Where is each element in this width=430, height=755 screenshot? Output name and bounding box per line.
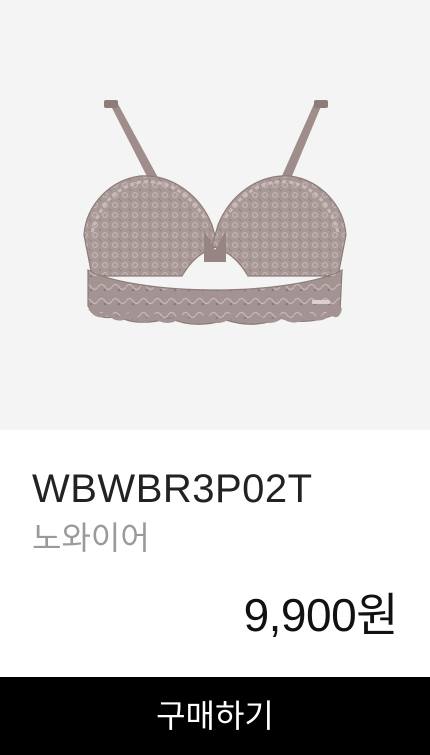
product-brand: 노와이어 <box>32 520 150 556</box>
product-price: 9,900원 <box>243 589 399 641</box>
left-cup <box>83 175 219 277</box>
buy-button[interactable]: 구매하기 <box>0 677 430 755</box>
right-cup <box>211 175 347 277</box>
product-code: WBWBR3P02T <box>32 467 313 511</box>
bra-illustration <box>83 100 347 325</box>
product-image[interactable] <box>0 0 430 430</box>
